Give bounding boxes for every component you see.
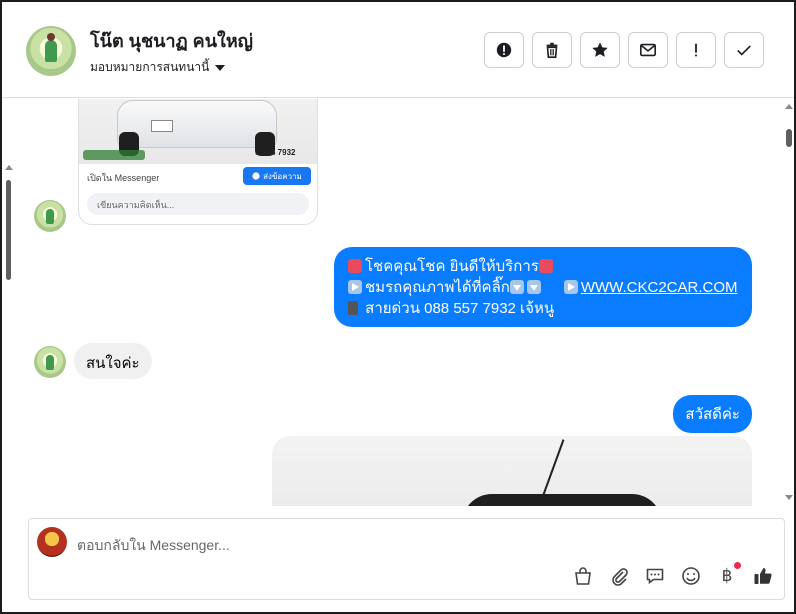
reply-input[interactable]: ตอบกลับใน Messenger... bbox=[77, 535, 230, 557]
play-emoji-icon bbox=[348, 280, 362, 294]
reply-composer: ตอบกลับใน Messenger... ฿ bbox=[28, 518, 785, 600]
header-actions bbox=[484, 32, 764, 68]
paperclip-icon bbox=[612, 568, 628, 586]
conversation-header: โน๊ต นุชนาฏ คนใหญ่ มอบหมายการสนทนานี้ bbox=[2, 2, 794, 98]
photo-phone-text: 088-5 7932 bbox=[255, 148, 296, 157]
contact-avatar-small bbox=[34, 346, 66, 378]
contact-name[interactable]: โน๊ต นุชนาฏ คนใหญ่ bbox=[90, 26, 253, 55]
star-button[interactable] bbox=[580, 32, 620, 68]
assign-label: มอบหมายการสนทนานี้ bbox=[90, 60, 210, 74]
page-avatar bbox=[37, 527, 67, 557]
incoming-message[interactable]: สนใจค่ะ bbox=[74, 343, 152, 379]
caret-down-icon bbox=[215, 64, 226, 71]
contact-avatar[interactable] bbox=[26, 26, 76, 76]
promo-link[interactable]: WWW.CKC2CAR.COM bbox=[581, 279, 738, 296]
saved-replies-button[interactable] bbox=[644, 565, 666, 587]
down-arrow-emoji-icon bbox=[509, 280, 524, 294]
play-emoji-icon bbox=[563, 280, 578, 294]
sparkle-emoji-icon bbox=[538, 259, 553, 273]
left-scrollbar[interactable] bbox=[2, 162, 16, 302]
shared-post-card[interactable]: 088-5 7932 เปิดใน Messenger ส่งข้อความ เ… bbox=[78, 99, 318, 225]
contact-avatar-small bbox=[34, 200, 66, 232]
follow-up-button[interactable] bbox=[676, 32, 716, 68]
baht-icon: ฿ bbox=[721, 566, 733, 585]
open-in-messenger-label: เปิดใน Messenger bbox=[87, 173, 160, 183]
send-message-label: ส่งข้อความ bbox=[263, 171, 302, 181]
promo-line-3: สายด่วน 088 557 7932 เจ้หนู bbox=[365, 300, 555, 317]
chat-bubble-icon bbox=[646, 568, 664, 585]
mark-done-button[interactable] bbox=[724, 32, 764, 68]
message-thread[interactable]: 088-5 7932 เปิดใน Messenger ส่งข้อความ เ… bbox=[16, 99, 782, 506]
attach-button[interactable] bbox=[608, 565, 630, 587]
promo-line-2: ชมรถคุณภาพได้ที่คลิ๊ก bbox=[365, 279, 510, 296]
shop-button[interactable] bbox=[572, 565, 594, 587]
bag-icon bbox=[575, 567, 591, 585]
thumbs-up-icon bbox=[754, 568, 772, 584]
payment-button[interactable]: ฿ bbox=[716, 562, 741, 587]
like-button[interactable] bbox=[752, 565, 774, 587]
comment-input[interactable]: เขียนความคิดเห็น... bbox=[87, 193, 309, 215]
sparkle-emoji-icon bbox=[348, 259, 362, 273]
composer-tools: ฿ bbox=[572, 562, 774, 587]
outgoing-message[interactable]: สวัสดีค่ะ bbox=[673, 395, 752, 433]
exclamation-icon bbox=[695, 43, 697, 57]
outgoing-car-photo[interactable] bbox=[272, 436, 752, 506]
send-message-button[interactable]: ส่งข้อความ bbox=[243, 167, 311, 185]
delete-button[interactable] bbox=[532, 32, 572, 68]
trash-icon bbox=[546, 42, 558, 59]
thread-scrollbar[interactable] bbox=[782, 99, 796, 506]
messenger-icon bbox=[252, 172, 260, 180]
smiley-icon bbox=[682, 567, 700, 585]
down-arrow-emoji-icon bbox=[526, 280, 541, 294]
mark-spam-button[interactable] bbox=[484, 32, 524, 68]
star-icon bbox=[592, 42, 608, 57]
emoji-button[interactable] bbox=[680, 565, 702, 587]
messenger-window: โน๊ต นุชนาฏ คนใหญ่ มอบหมายการสนทนานี้ 08… bbox=[0, 0, 796, 614]
promo-line-1: โชคคุณโชค ยินดีให้บริการ bbox=[365, 258, 539, 275]
phone-emoji-icon bbox=[348, 301, 358, 315]
envelope-icon bbox=[639, 43, 657, 57]
mark-unread-button[interactable] bbox=[628, 32, 668, 68]
alert-circle-icon bbox=[496, 42, 512, 58]
car-photo[interactable]: 088-5 7932 bbox=[79, 99, 317, 164]
assign-dropdown[interactable]: มอบหมายการสนทนานี้ bbox=[90, 58, 226, 77]
check-icon bbox=[737, 45, 751, 56]
outgoing-promo-message[interactable]: โชคคุณโชค ยินดีให้บริการ ชมรถคุณภาพได้ที… bbox=[334, 247, 752, 327]
notification-dot bbox=[734, 562, 741, 569]
